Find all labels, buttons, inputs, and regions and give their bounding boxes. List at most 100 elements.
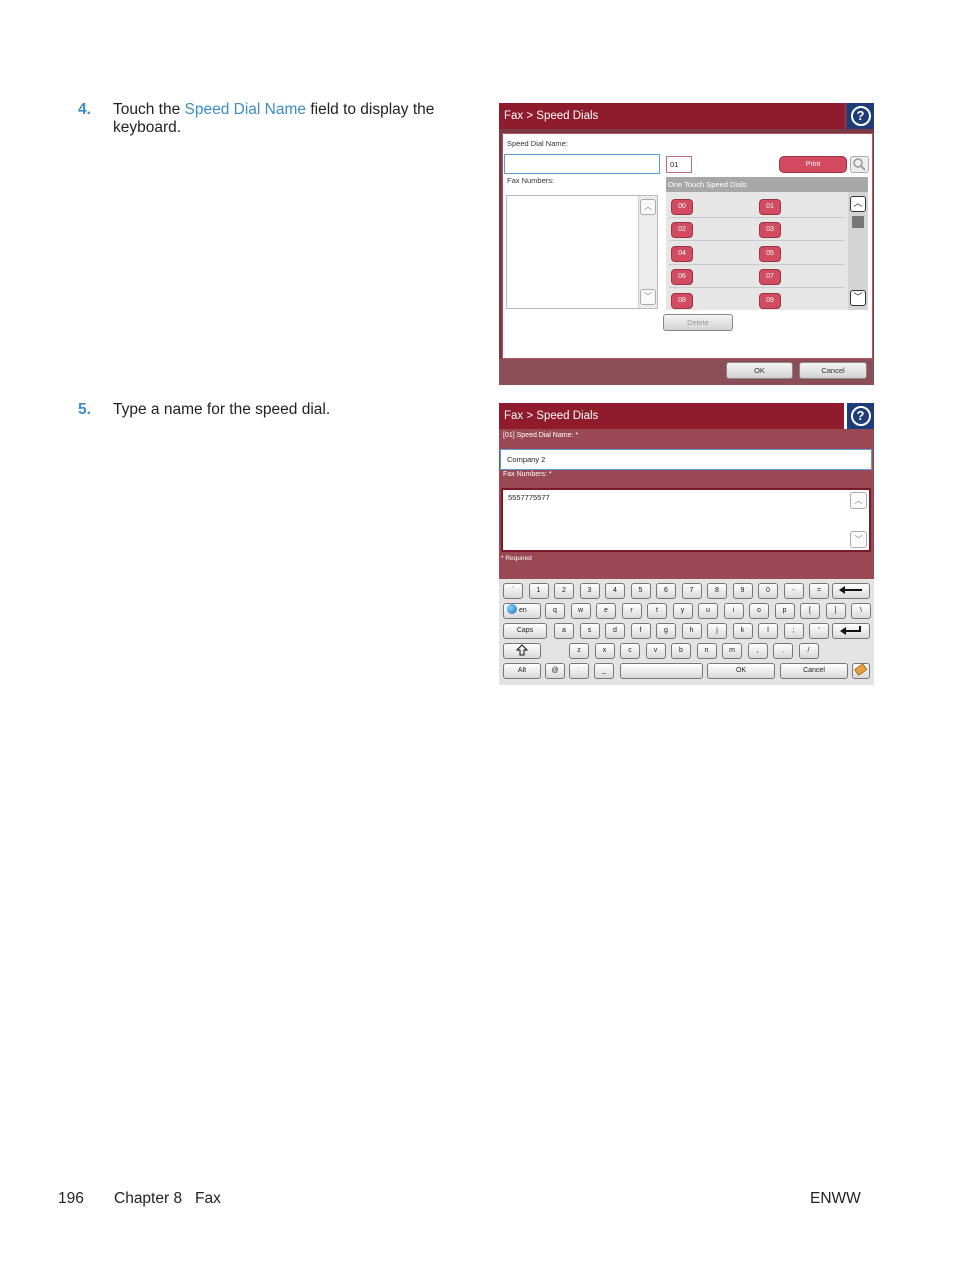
cancel-button[interactable]: Cancel (799, 362, 867, 379)
chevron-up-icon[interactable]: ︿ (850, 196, 866, 212)
clear-button[interactable] (852, 663, 870, 679)
keyboard-key[interactable]: o (749, 603, 769, 619)
keyboard-key[interactable]: e (596, 603, 616, 619)
keyboard-key[interactable]: ` (503, 583, 523, 599)
keyboard-key[interactable]: f (630, 623, 651, 639)
print-button[interactable]: Print (779, 156, 847, 173)
fax-numbers-input[interactable]: 5557775577 ︿ ﹀ (501, 488, 871, 552)
keyboard-key[interactable]: y (672, 603, 693, 619)
speed-dial-number-field[interactable]: 01 (666, 156, 692, 173)
chevron-down-icon[interactable]: ﹀ (850, 531, 867, 548)
search-button[interactable] (850, 156, 869, 173)
at-key[interactable]: @ (545, 663, 565, 679)
chapter-label: Chapter 8 Fax (114, 1190, 221, 1207)
chevron-up-icon[interactable]: ︿ (850, 492, 867, 509)
footer-right: ENWW (810, 1190, 861, 1207)
fax-numbers-scrollbar[interactable]: ︿ ﹀ (638, 196, 657, 308)
keyboard-key[interactable]: m (722, 643, 742, 659)
keyboard-key[interactable]: w (570, 603, 591, 619)
keyboard-key[interactable]: , (747, 643, 768, 659)
speed-dial-button[interactable]: 06 (671, 269, 693, 286)
keyboard-key[interactable]: n (696, 643, 717, 659)
speed-dial-button[interactable]: 00 (671, 199, 693, 215)
keyboard-key[interactable]: s (579, 623, 600, 639)
keyboard-key[interactable]: h (681, 623, 702, 639)
keyboard-key[interactable]: a (554, 623, 574, 639)
help-button[interactable]: ? (847, 403, 874, 429)
help-icon: ? (850, 406, 871, 426)
keyboard-key[interactable]: b (671, 643, 691, 659)
speed-dial-name-input[interactable] (504, 154, 660, 174)
keyboard-key[interactable]: \ (851, 603, 871, 619)
fax-numbers-list[interactable]: ︿ ﹀ (506, 195, 658, 309)
keyboard-key[interactable]: v (645, 643, 666, 659)
space-key[interactable] (620, 663, 703, 679)
chevron-up-icon[interactable]: ︿ (640, 199, 656, 215)
help-button[interactable]: ? (847, 103, 874, 129)
keyboard-key[interactable]: c (620, 643, 640, 659)
dials-scrollbar[interactable]: ︿ ﹀ (848, 192, 868, 310)
delete-button[interactable]: Delete (663, 314, 733, 331)
backspace-key[interactable] (832, 583, 870, 599)
keyboard-key[interactable]: j (707, 623, 727, 639)
keyboard-key[interactable]: x (594, 643, 615, 659)
keyboard-key[interactable]: ; (783, 623, 804, 639)
speed-dial-button[interactable]: 03 (759, 222, 781, 239)
keyboard-key[interactable]: u (698, 603, 718, 619)
dot-key[interactable]: . (569, 663, 589, 679)
keyboard-key[interactable]: 3 (579, 583, 600, 599)
chevron-down-icon[interactable]: ﹀ (850, 290, 866, 306)
keyboard-key[interactable]: 0 (758, 583, 778, 599)
caps-key[interactable]: Caps (503, 623, 547, 639)
keyboard-key[interactable]: t (647, 603, 667, 619)
speed-dial-button[interactable]: 07 (759, 269, 781, 286)
keyboard-key[interactable]: 7 (681, 583, 702, 599)
keyboard-key[interactable]: l (758, 623, 778, 639)
keyboard-key[interactable]: d (605, 623, 625, 639)
keyboard-key[interactable]: k (732, 623, 753, 639)
keyboard-key[interactable]: . (773, 643, 793, 659)
keyboard-key[interactable]: i (723, 603, 744, 619)
speed-dials-screenshot: Fax > Speed Dials ? Speed Dial Name: 01 … (499, 103, 874, 385)
speed-dial-button[interactable]: 01 (759, 199, 781, 215)
screen-title: Fax > Speed Dials (499, 403, 844, 429)
required-note: * Required (501, 555, 532, 562)
keyboard-cancel-button[interactable]: Cancel (780, 663, 848, 679)
language-key[interactable]: en (503, 603, 541, 619)
keyboard-key[interactable]: r (621, 603, 642, 619)
chevron-down-icon[interactable]: ﹀ (640, 289, 656, 305)
keyboard-key[interactable]: 2 (554, 583, 574, 599)
speed-dial-name-link[interactable]: Speed Dial Name (185, 101, 306, 118)
keyboard-key[interactable]: ' (809, 623, 829, 639)
keyboard-key[interactable]: / (798, 643, 819, 659)
speed-dial-button[interactable]: 02 (671, 222, 693, 239)
keyboard-key[interactable]: ] (825, 603, 846, 619)
keyboard-key[interactable]: z (569, 643, 589, 659)
keyboard-key[interactable]: 5 (630, 583, 651, 599)
speed-dial-button[interactable]: 05 (759, 245, 781, 262)
enter-key[interactable] (832, 623, 870, 639)
keyboard-key[interactable]: 4 (605, 583, 625, 599)
underscore-key[interactable]: _ (594, 663, 614, 679)
scroll-thumb[interactable] (852, 216, 864, 228)
keyboard-key[interactable]: p (774, 603, 795, 619)
alt-key[interactable]: Alt (503, 663, 541, 679)
speed-dial-button[interactable]: 08 (671, 292, 693, 309)
keyboard-key[interactable]: g (656, 623, 676, 639)
keyboard-key[interactable]: = (809, 583, 829, 599)
speed-dial-name-input[interactable]: Company 2 (500, 449, 872, 470)
keyboard-key[interactable]: 8 (707, 583, 727, 599)
keyboard-key[interactable]: 1 (528, 583, 549, 599)
keyboard-key[interactable]: 6 (656, 583, 676, 599)
keyboard-key[interactable]: 9 (732, 583, 753, 599)
ok-button[interactable]: OK (726, 362, 793, 379)
virtual-keyboard: en Caps Alt @ . _ OK Cancel ` 1 2 3 4 5 6 7 8 9 0-… (499, 579, 874, 685)
keyboard-key[interactable]: - (783, 583, 804, 599)
speed-dial-button[interactable]: 09 (759, 292, 781, 309)
shift-key[interactable] (503, 643, 541, 659)
keyboard-key[interactable]: [ (800, 603, 820, 619)
speed-dial-button[interactable]: 04 (671, 245, 693, 262)
speed-dial-keyboard-screenshot: Fax > Speed Dials ? [01] Speed Dial Name… (499, 403, 874, 685)
keyboard-ok-button[interactable]: OK (707, 663, 775, 679)
keyboard-key[interactable]: q (545, 603, 565, 619)
